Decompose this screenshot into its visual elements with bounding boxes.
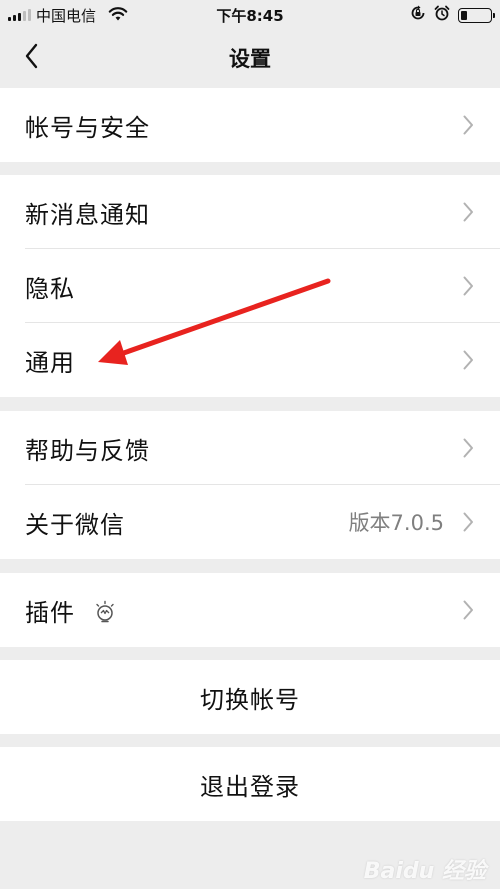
plugin-bulb-icon xyxy=(92,599,118,629)
chevron-right-icon xyxy=(463,350,474,374)
chevron-right-icon xyxy=(463,512,474,536)
version-value: 版本7.0.5 xyxy=(348,511,444,535)
settings-group-account: 帐号与安全 xyxy=(0,88,500,162)
settings-item-label: 关于微信 xyxy=(25,510,125,539)
switch-account-label: 切换帐号 xyxy=(200,685,300,714)
alarm-icon xyxy=(434,5,450,25)
chevron-right-icon xyxy=(463,438,474,462)
settings-item-help-feedback[interactable]: 帮助与反馈 xyxy=(0,411,500,485)
settings-item-label: 帐号与安全 xyxy=(25,113,150,142)
nav-bar: 设置 xyxy=(0,30,500,86)
battery-icon xyxy=(458,7,495,23)
settings-item-label: 插件 xyxy=(25,598,75,627)
status-bar: 中国电信 下午8:45 xyxy=(0,0,500,30)
settings-item-account-security[interactable]: 帐号与安全 xyxy=(0,88,500,162)
settings-item-label: 帮助与反馈 xyxy=(25,436,150,465)
logout-group: 退出登录 xyxy=(0,747,500,821)
chevron-right-icon xyxy=(463,600,474,624)
switch-account-button[interactable]: 切换帐号 xyxy=(0,660,500,734)
logout-button[interactable]: 退出登录 xyxy=(0,747,500,821)
page-title: 设置 xyxy=(229,47,271,71)
chevron-right-icon xyxy=(463,202,474,226)
chevron-right-icon xyxy=(463,276,474,300)
settings-item-about-wechat[interactable]: 关于微信 版本7.0.5 xyxy=(0,485,500,559)
settings-group-plugins: 插件 xyxy=(0,573,500,647)
switch-account-group: 切换帐号 xyxy=(0,660,500,734)
settings-item-privacy[interactable]: 隐私 xyxy=(0,249,500,323)
chevron-right-icon xyxy=(463,115,474,139)
settings-item-label: 通用 xyxy=(25,348,75,377)
settings-group-about: 帮助与反馈 关于微信 版本7.0.5 xyxy=(0,411,500,559)
settings-item-label: 隐私 xyxy=(25,274,75,303)
rotation-lock-icon xyxy=(410,5,426,25)
settings-group-general: 新消息通知 隐私 通用 xyxy=(0,175,500,397)
settings-item-label: 新消息通知 xyxy=(25,200,150,229)
settings-item-general[interactable]: 通用 xyxy=(0,323,500,397)
settings-item-plugins[interactable]: 插件 xyxy=(0,573,500,647)
settings-item-notifications[interactable]: 新消息通知 xyxy=(0,175,500,249)
logout-label: 退出登录 xyxy=(200,772,300,801)
baidu-watermark: Baidu 经验 xyxy=(363,859,486,884)
